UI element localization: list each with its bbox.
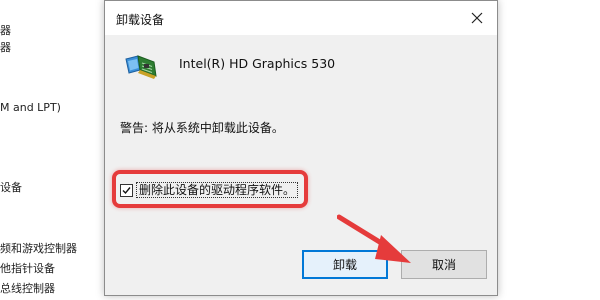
uninstall-device-dialog: 卸载设备 Intel(R) HD Graphics 530 警告: 将从系统中卸… bbox=[104, 0, 498, 296]
device-name: Intel(R) HD Graphics 530 bbox=[179, 56, 336, 71]
close-icon bbox=[471, 12, 483, 24]
delete-driver-label[interactable]: 删除此设备的驱动程序软件。 bbox=[136, 182, 299, 198]
delete-driver-checkbox-row[interactable]: 删除此设备的驱动程序软件。 bbox=[120, 182, 299, 198]
display-adapter-icon bbox=[125, 55, 157, 79]
device-category[interactable]: 器 bbox=[0, 24, 11, 38]
device-category[interactable]: 器 bbox=[0, 41, 11, 55]
device-category[interactable]: 频和游戏控制器 bbox=[0, 242, 77, 256]
close-button[interactable] bbox=[457, 1, 497, 35]
checkmark-icon bbox=[122, 186, 131, 194]
dialog-title: 卸载设备 bbox=[116, 13, 165, 27]
cancel-button[interactable]: 取消 bbox=[401, 250, 487, 279]
warning-text: 警告: 将从系统中卸载此设备。 bbox=[120, 121, 284, 135]
device-category[interactable]: 他指针设备 bbox=[0, 262, 55, 276]
device-category[interactable]: 设备 bbox=[0, 181, 22, 195]
uninstall-button[interactable]: 卸载 bbox=[302, 250, 388, 279]
device-category[interactable]: 总线控制器 bbox=[0, 282, 55, 296]
device-manager-list: 器 器 M and LPT) 设备 频和游戏控制器 他指针设备 总线控制器 bbox=[0, 0, 104, 300]
dialog-titlebar[interactable]: 卸载设备 bbox=[105, 1, 497, 35]
device-category[interactable]: M and LPT) bbox=[0, 101, 61, 115]
delete-driver-checkbox[interactable] bbox=[120, 183, 133, 197]
